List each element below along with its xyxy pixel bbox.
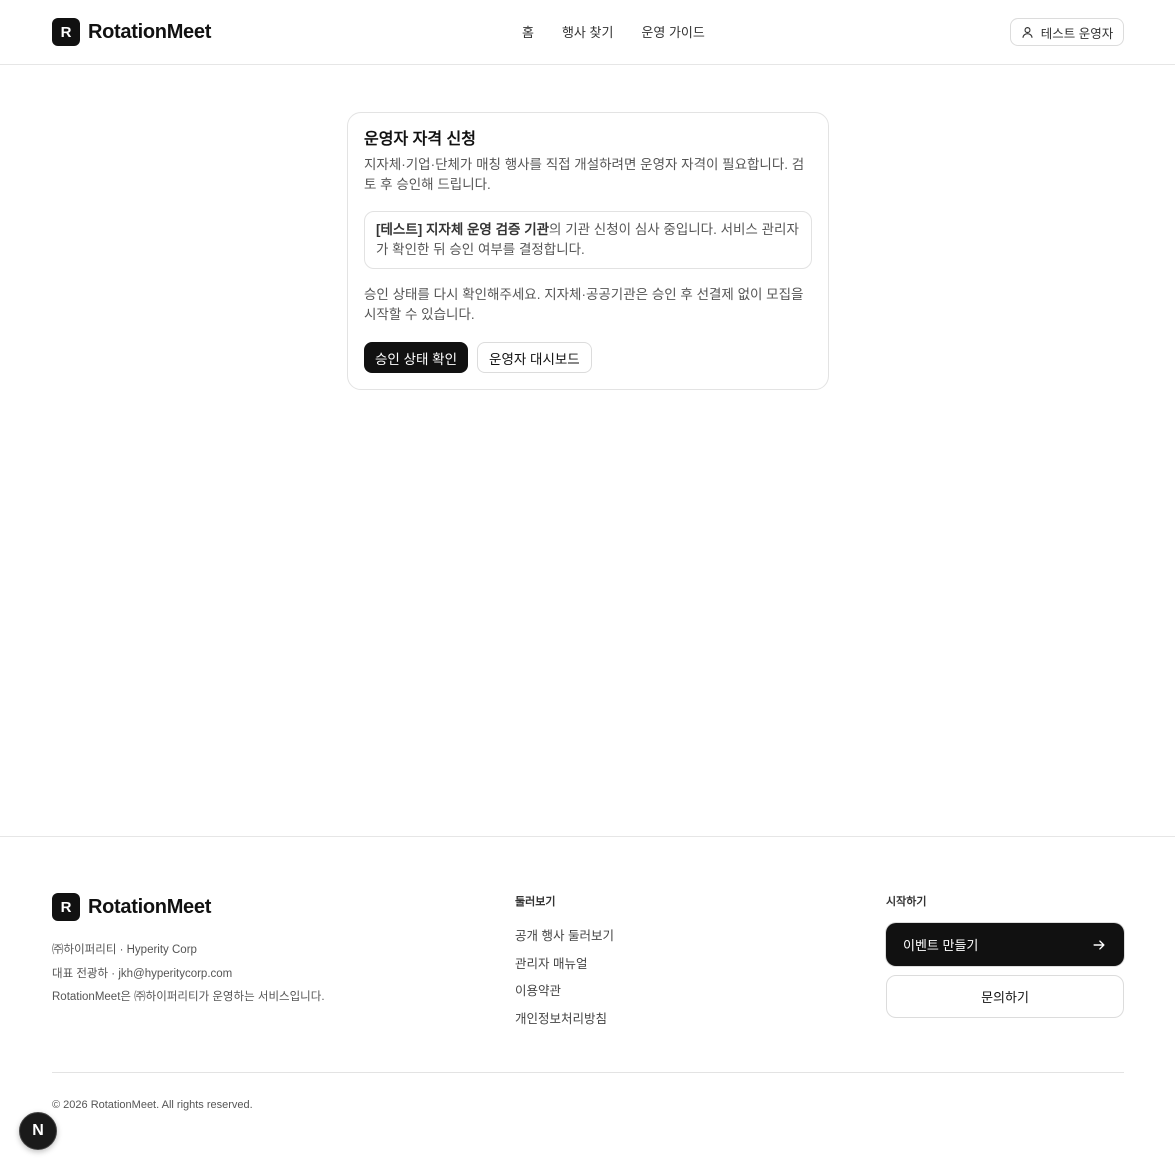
- company-tagline: RotationMeet은 ㈜하이퍼리티가 운영하는 서비스입니다.: [52, 991, 325, 1003]
- card-actions: 승인 상태 확인 운영자 대시보드: [364, 342, 812, 373]
- footer-link-admin-manual[interactable]: 관리자 매뉴얼: [515, 951, 614, 979]
- footer-brand-logo[interactable]: R RotationMeet: [52, 893, 211, 921]
- footer-logo-mark-icon: R: [52, 893, 80, 921]
- operator-application-card: 운영자 자격 신청 지자체·기업·단체가 매칭 행사를 직접 개설하려면 운영자…: [347, 112, 829, 390]
- footer-brand-name: RotationMeet: [88, 895, 212, 918]
- footer-link-privacy[interactable]: 개인정보처리방침: [515, 1006, 614, 1034]
- footer-browse-column: 둘러보기 공개 행사 둘러보기 관리자 매뉴얼 이용약관 개인정보처리방침: [515, 893, 614, 1033]
- nav-item-home[interactable]: 홈: [522, 22, 534, 41]
- nav-item-find-events[interactable]: 행사 찾기: [562, 22, 613, 41]
- card-description: 지자체·기업·단체가 매칭 행사를 직접 개설하려면 운영자 자격이 필요합니다…: [364, 157, 805, 192]
- user-icon: [1022, 26, 1033, 38]
- contact-button[interactable]: 문의하기: [886, 975, 1124, 1018]
- dev-tools-badge-icon[interactable]: N: [19, 1112, 57, 1150]
- top-header: R RotationMeet 홈 행사 찾기 운영 가이드 테스트 운영자: [0, 0, 1175, 65]
- site-footer: R RotationMeet ㈜하이퍼리티 · Hyperity Corp 대표…: [0, 836, 1175, 1169]
- notice-org-name: [테스트] 지자체 운영 검증 기관: [376, 222, 550, 237]
- company-representative: 대표 전광하 · jkh@hyperitycorp.com: [52, 967, 233, 980]
- card-note: 승인 상태를 다시 확인해주세요. 지자체·공공기관은 승인 후 선결제 없이 …: [364, 287, 804, 322]
- user-menu-label: 테스트 운영자: [1040, 26, 1114, 41]
- footer-divider: [52, 1072, 1124, 1073]
- logo-mark-icon: R: [52, 18, 80, 46]
- browse-links: 공개 행사 둘러보기 관리자 매뉴얼 이용약관 개인정보처리방침: [515, 923, 614, 1033]
- operator-dashboard-button[interactable]: 운영자 대시보드: [477, 342, 592, 373]
- copyright: © 2026 RotationMeet. All rights reserved…: [52, 1099, 253, 1111]
- footer-start-column: 시작하기: [886, 893, 926, 909]
- start-heading: 시작하기: [886, 896, 927, 908]
- footer-link-terms[interactable]: 이용약관: [515, 978, 614, 1006]
- company-name: ㈜하이퍼리티 · Hyperity Corp: [52, 944, 197, 956]
- footer-link-public-events[interactable]: 공개 행사 둘러보기: [515, 923, 614, 951]
- main-nav: 홈 행사 찾기 운영 가이드: [522, 22, 705, 41]
- brand-name: RotationMeet: [88, 20, 212, 43]
- arrow-right-icon: [1093, 939, 1105, 950]
- card-title: 운영자 자격 신청: [364, 131, 476, 148]
- create-event-button[interactable]: 이벤트 만들기: [886, 923, 1124, 966]
- user-menu-button[interactable]: 테스트 운영자: [1010, 18, 1124, 46]
- check-approval-status-button[interactable]: 승인 상태 확인: [364, 342, 469, 373]
- review-status-notice: [테스트] 지자체 운영 검증 기관의 기관 신청이 심사 중입니다. 서비스 …: [364, 211, 812, 269]
- browse-heading: 둘러보기: [515, 896, 556, 908]
- brand-logo[interactable]: R RotationMeet: [52, 18, 211, 46]
- contact-label: 문의하기: [981, 990, 1029, 1005]
- company-info: ㈜하이퍼리티 · Hyperity Corp 대표 전광하 · jkh@hype…: [52, 939, 325, 1010]
- create-event-label: 이벤트 만들기: [903, 938, 979, 953]
- nav-item-operator-guide[interactable]: 운영 가이드: [641, 22, 704, 41]
